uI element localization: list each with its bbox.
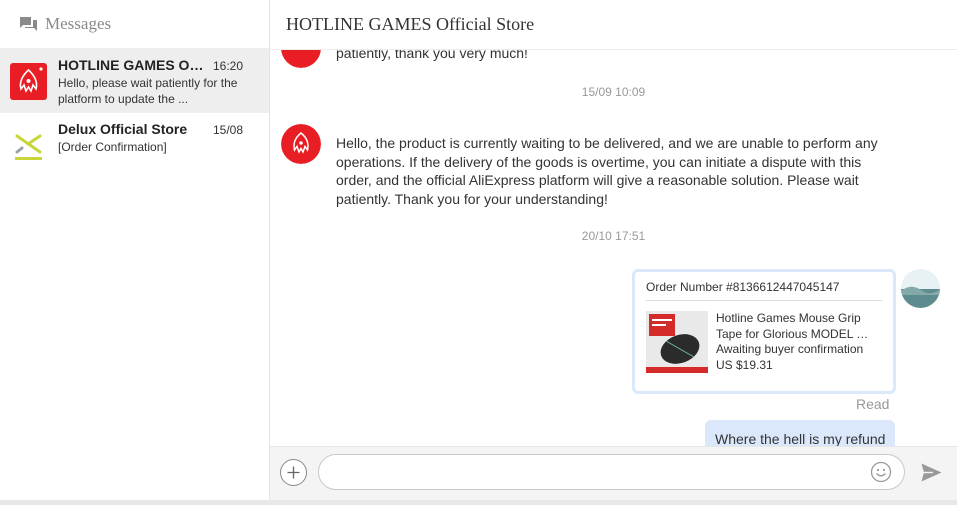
conversation-time: 15/08 xyxy=(212,123,243,137)
store-message: Hello, the product is currently waiting … xyxy=(336,135,878,207)
hotline-logo xyxy=(10,63,47,100)
chat-header: HOTLINE GAMES Official Store xyxy=(270,0,957,50)
user-message-bubble: Where the hell is my refund xyxy=(705,420,896,446)
chat-panel: HOTLINE GAMES Official Store patiently, … xyxy=(270,0,957,500)
conversation-preview: [Order Confirmation] xyxy=(58,140,167,154)
message-input-wrapper xyxy=(318,454,905,490)
conversation-name: HOTLINE GAMES Official Store xyxy=(58,57,207,73)
conversation-name: Delux Official Store xyxy=(58,121,188,137)
order-status: Awaiting buyer confirmation xyxy=(716,342,864,356)
date-separator: 20/10 17:51 xyxy=(581,229,646,243)
store-avatar xyxy=(281,124,321,164)
message-list[interactable]: patiently, thank you very much! 15/09 10… xyxy=(270,50,957,446)
add-attachment-button[interactable] xyxy=(280,459,307,486)
order-price: US $19.31 xyxy=(716,357,773,372)
conversation-item-hotline[interactable]: HOTLINE GAMES Official Store 16:20 Hello… xyxy=(0,49,269,113)
sidebar-header: Messages xyxy=(0,0,269,49)
messenger-app: Messages HOTLINE GAMES Official Store 16… xyxy=(0,0,957,505)
conversation-preview: Hello, please wait patiently for the pla… xyxy=(58,76,238,106)
conversation-item-delux[interactable]: Delux Official Store 15/08 [Order Confir… xyxy=(0,113,269,177)
delux-logo xyxy=(10,127,47,164)
order-product[interactable]: Hotline Games Mouse Grip Tape for Glorio… xyxy=(646,311,882,373)
order-number: Order Number #8136612447045147 xyxy=(646,280,882,301)
read-receipt: Read xyxy=(856,396,890,412)
order-card[interactable]: Order Number #8136612447045147 Hotline G… xyxy=(632,269,896,394)
user-avatar xyxy=(901,269,940,308)
sidebar-title: Messages xyxy=(45,14,112,33)
conversation-sidebar: Messages HOTLINE GAMES Official Store 16… xyxy=(0,0,270,500)
chat-title: HOTLINE GAMES Official Store xyxy=(286,14,535,34)
plus-icon xyxy=(287,466,300,479)
message-input[interactable] xyxy=(333,455,873,489)
composer-bar xyxy=(270,446,957,500)
emoji-icon[interactable] xyxy=(870,461,892,483)
messages-icon xyxy=(20,16,37,31)
product-name: Hotline Games Mouse Grip Tape for Glorio… xyxy=(716,311,870,341)
store-avatar xyxy=(281,50,321,68)
store-message-cut: patiently, thank you very much! xyxy=(336,50,528,61)
conversation-time: 16:20 xyxy=(212,59,243,73)
date-separator: 15/09 10:09 xyxy=(581,85,646,99)
window-bottom-edge xyxy=(0,500,957,505)
send-icon[interactable] xyxy=(921,463,942,482)
product-thumbnail xyxy=(646,311,708,373)
